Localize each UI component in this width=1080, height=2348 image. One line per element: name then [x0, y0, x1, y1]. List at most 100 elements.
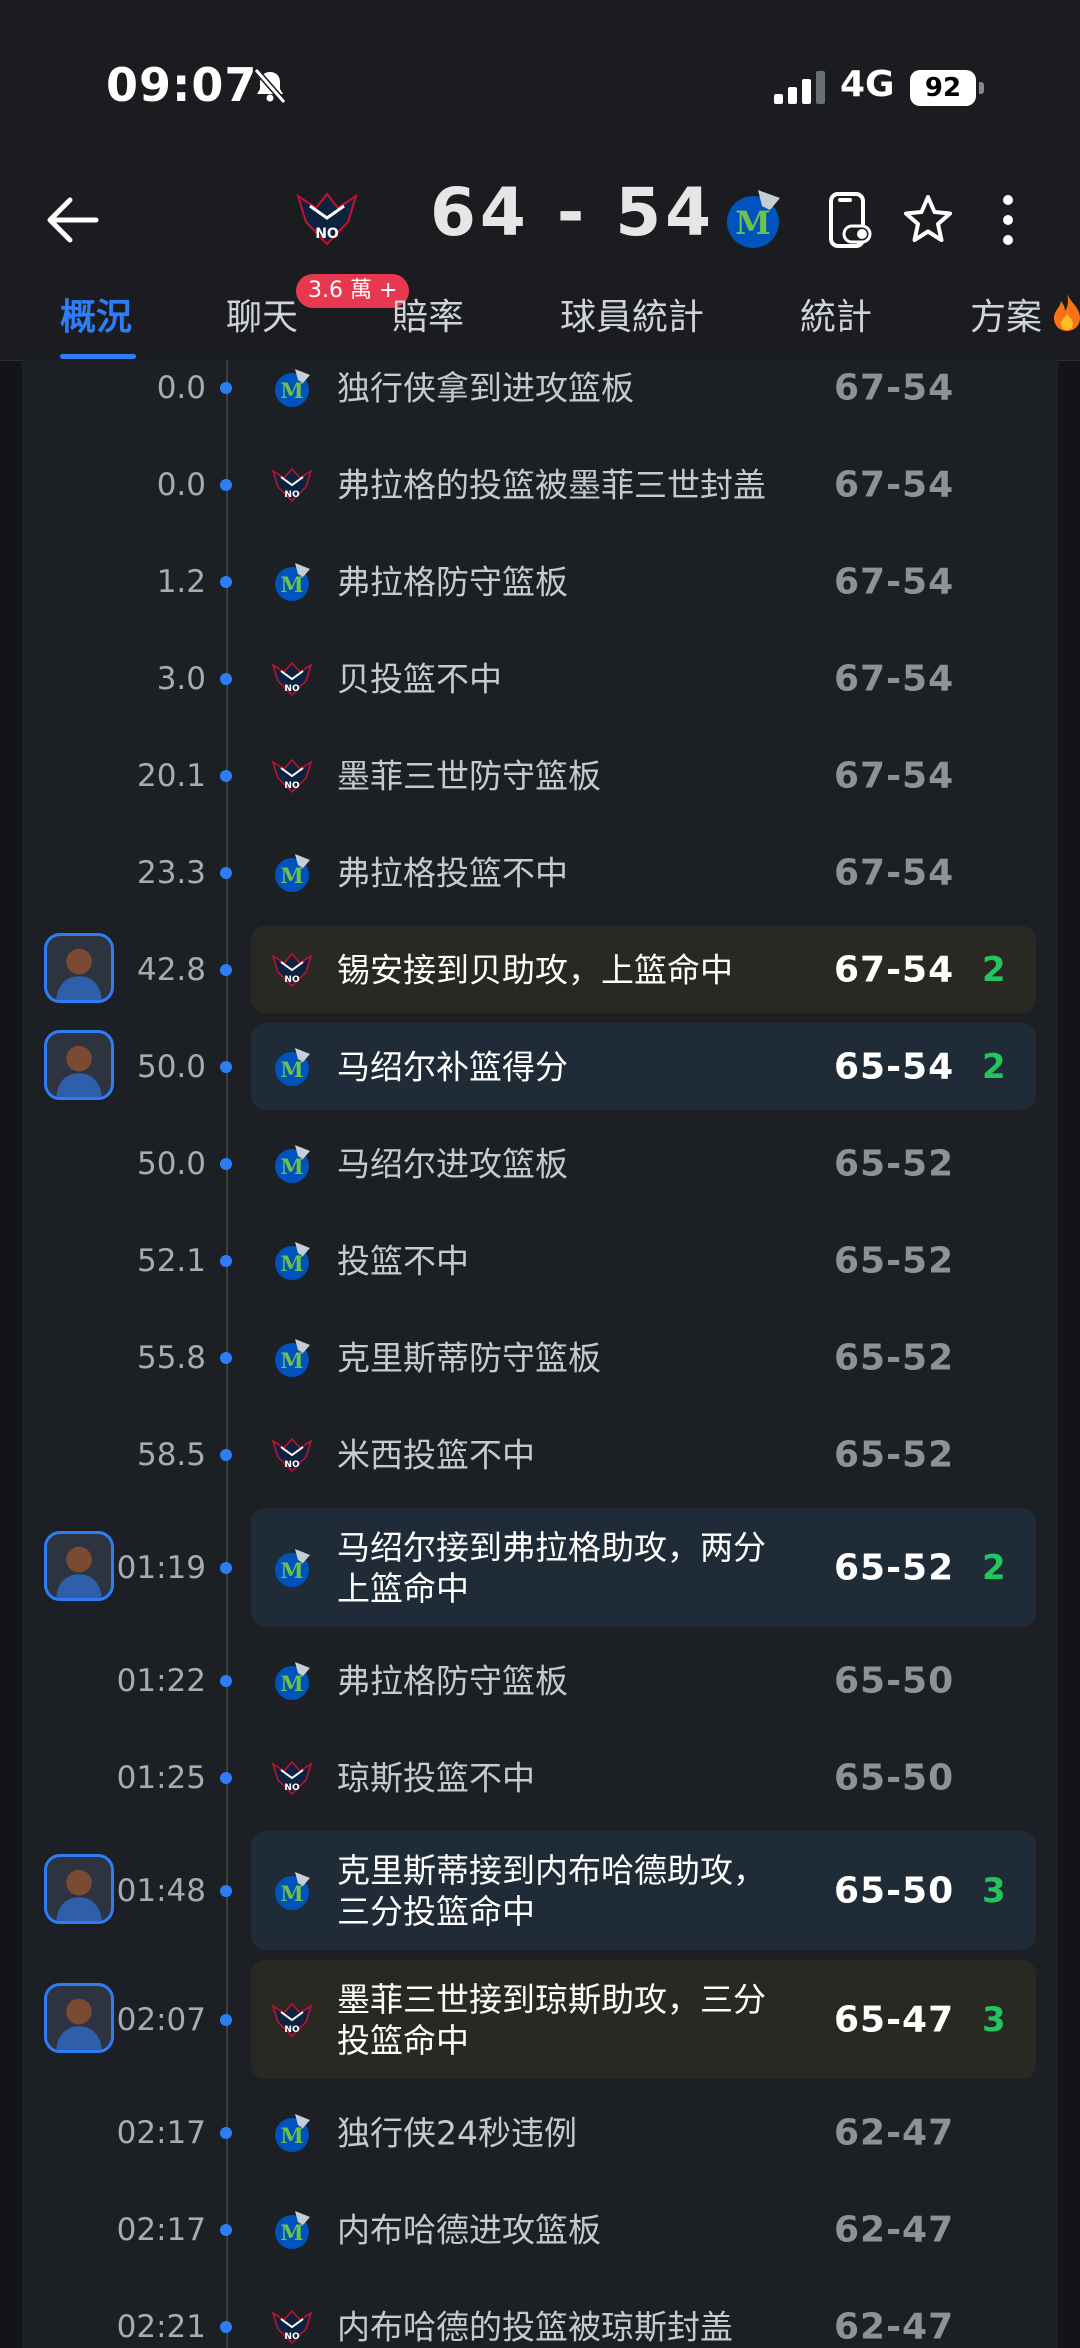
play-description: 内布哈德进攻篮板	[337, 2210, 601, 2249]
play-description: 墨菲三世防守篮板	[337, 756, 601, 795]
cellular-signal-icon	[774, 71, 825, 104]
player-avatar[interactable]	[44, 1853, 114, 1924]
play-score: 65-52	[834, 1337, 955, 1378]
tab-odds[interactable]: 賠率	[392, 288, 464, 340]
play-score: 65-50	[834, 1870, 955, 1911]
play-time: 3.0	[156, 660, 206, 697]
play-row: 20.1 NO 墨菲三世防守篮板 67-54	[22, 727, 1058, 824]
play-description: 墨菲三世接到琼斯助攻，三分投篮命中	[337, 1979, 766, 2060]
timeline-dot	[220, 575, 232, 588]
play-time: 02:21	[116, 2308, 206, 2345]
play-time: 0.0	[156, 369, 206, 406]
svg-text:M: M	[280, 378, 303, 403]
play-description: 贝投篮不中	[337, 659, 502, 698]
play-row[interactable]: 01:19 M 马绍尔接到弗拉格助攻，两分上篮命中 65-52 2	[22, 1503, 1058, 1632]
timeline-dot	[220, 2223, 232, 2236]
network-type: 4G	[840, 64, 895, 105]
pelicans-logo-icon: NO	[271, 2309, 313, 2344]
play-row[interactable]: 42.8 NO 锡安接到贝助攻，上篮命中 67-54 2	[22, 921, 1058, 1018]
pelicans-logo-icon: NO	[271, 467, 313, 502]
points-scored: 3	[982, 1870, 1006, 1911]
play-row: 50.0 M 马绍尔进攻篮板 65-52	[22, 1115, 1058, 1212]
play-description: 独行侠拿到进攻篮板	[337, 368, 634, 407]
svg-text:M: M	[280, 1558, 303, 1583]
tab-overview[interactable]: 概況	[60, 288, 132, 340]
play-score: 67-54	[834, 949, 955, 990]
play-time: 01:19	[116, 1549, 206, 1586]
play-score: 67-54	[834, 658, 955, 699]
play-time: 1.2	[156, 563, 206, 600]
play-description: 马绍尔补篮得分	[337, 1047, 568, 1086]
play-time: 02:17	[116, 2211, 206, 2248]
play-description: 弗拉格投篮不中	[337, 853, 568, 892]
active-tab-indicator	[60, 354, 136, 359]
timeline-dot	[220, 672, 232, 685]
play-time: 20.1	[136, 757, 206, 794]
play-time: 55.8	[136, 1339, 206, 1376]
player-avatar[interactable]	[44, 932, 114, 1003]
play-score: 65-52	[834, 1547, 955, 1588]
timeline-dot	[220, 1060, 232, 1073]
mavericks-logo-icon: M	[275, 853, 310, 892]
tab-chat[interactable]: 聊天	[226, 288, 298, 340]
svg-text:M: M	[280, 863, 303, 888]
play-score: 65-54	[834, 1046, 955, 1087]
timeline-dot	[220, 1254, 232, 1267]
play-score: 65-52	[834, 1143, 955, 1184]
mavericks-logo-icon: M	[275, 368, 310, 407]
pelicans-logo-icon: NO	[271, 661, 313, 696]
timeline-dot	[220, 478, 232, 491]
pelicans-logo-icon: NO	[271, 1760, 313, 1795]
play-time: 58.5	[136, 1436, 206, 1473]
pelicans-logo-icon: NO	[271, 758, 313, 793]
play-description: 弗拉格防守篮板	[337, 562, 568, 601]
play-row: 0.0 M 独行侠拿到进攻篮板 67-54	[22, 360, 1058, 436]
mavericks-logo-icon: M	[275, 1144, 310, 1183]
tab-player-stats[interactable]: 球員統計	[560, 288, 704, 340]
play-row[interactable]: 01:48 M 克里斯蒂接到内布哈德助攻，三分投篮命中 65-50 3	[22, 1826, 1058, 1955]
play-score: 67-54	[834, 464, 955, 505]
play-description: 马绍尔接到弗拉格助攻，两分上篮命中	[337, 1527, 766, 1608]
play-row[interactable]: 02:07 NO 墨菲三世接到琼斯助攻，三分投篮命中 65-47 3	[22, 1955, 1058, 2084]
play-description: 弗拉格的投篮被墨菲三世封盖	[337, 465, 766, 504]
phone-toggle-icon[interactable]	[818, 190, 878, 250]
tab-stats[interactable]: 統計	[800, 288, 872, 340]
svg-text:NO: NO	[284, 1783, 300, 1793]
player-avatar[interactable]	[44, 1982, 114, 2053]
mavericks-logo-icon: M	[275, 1548, 310, 1587]
fire-icon	[1054, 294, 1080, 331]
play-row: 0.0 NO 弗拉格的投篮被墨菲三世封盖 67-54	[22, 436, 1058, 533]
play-score: 65-50	[834, 1660, 955, 1701]
star-favorite-icon[interactable]	[898, 190, 958, 250]
away-team-abbr: M	[735, 204, 770, 242]
more-options-icon[interactable]	[978, 190, 1038, 250]
play-description: 锡安接到贝助攻，上篮命中	[337, 950, 733, 989]
play-row: 01:25 NO 琼斯投篮不中 65-50	[22, 1729, 1058, 1826]
play-row[interactable]: 50.0 M 马绍尔补篮得分 65-54 2	[22, 1018, 1058, 1115]
pelicans-logo-icon[interactable]: NO	[292, 184, 362, 254]
play-time: 02:07	[116, 2001, 206, 2038]
player-avatar[interactable]	[44, 1530, 114, 1601]
play-description: 米西投篮不中	[337, 1435, 535, 1474]
play-time: 42.8	[136, 951, 206, 988]
player-avatar[interactable]	[44, 1029, 114, 1100]
play-description: 弗拉格防守篮板	[337, 1661, 568, 1700]
bell-muted-icon	[253, 68, 287, 104]
play-row: 23.3 M 弗拉格投篮不中 67-54	[22, 824, 1058, 921]
points-scored: 3	[982, 1999, 1006, 2040]
timeline-dot	[220, 1561, 232, 1574]
points-scored: 2	[982, 1547, 1006, 1588]
status-time: 09:07	[106, 58, 258, 112]
mavericks-logo-icon[interactable]: M	[718, 184, 788, 254]
play-time: 50.0	[136, 1048, 206, 1085]
play-row: 52.1 M 投篮不中 65-52	[22, 1212, 1058, 1309]
play-row: 1.2 M 弗拉格防守篮板 67-54	[22, 533, 1058, 630]
play-time: 50.0	[136, 1145, 206, 1182]
play-score: 67-54	[834, 852, 955, 893]
svg-text:NO: NO	[284, 684, 300, 694]
svg-text:NO: NO	[284, 2025, 300, 2035]
play-score: 65-52	[834, 1240, 955, 1281]
tab-plans[interactable]: 方案	[970, 288, 1042, 340]
back-arrow-icon[interactable]	[40, 188, 104, 252]
mavericks-logo-icon: M	[275, 1241, 310, 1280]
